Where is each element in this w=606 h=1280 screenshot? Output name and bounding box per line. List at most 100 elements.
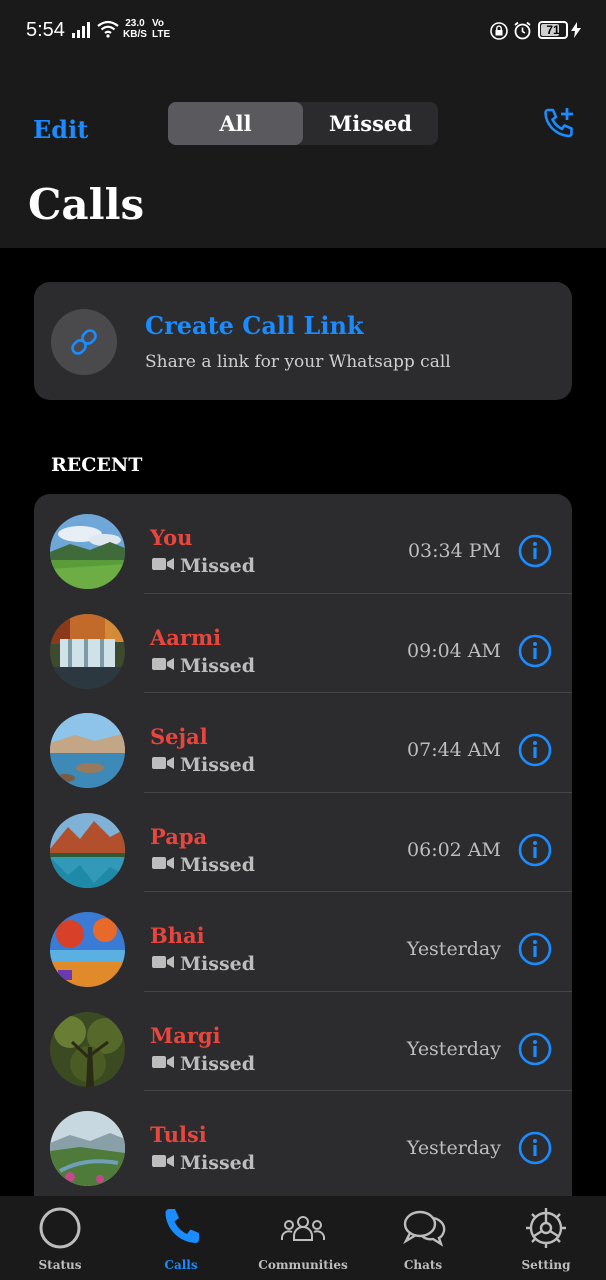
call-row[interactable]: Bhai Missed Yesterday: [34, 892, 572, 992]
caller-name: Margi: [150, 1022, 221, 1048]
avatar[interactable]: [50, 1111, 125, 1186]
caller-name: Sejal: [150, 724, 208, 749]
chat-bubbles-icon: [403, 1210, 446, 1247]
call-row[interactable]: Margi Missed Yesterday: [34, 992, 572, 1091]
caller-name: Papa: [150, 823, 208, 849]
video-camera-icon: [152, 657, 174, 670]
tab-communities-label: Communities: [258, 1258, 348, 1272]
tab-status-label: Status: [38, 1258, 82, 1272]
bottom-tab-bar: Status Calls Communities Chats Setting: [0, 1196, 606, 1280]
call-time: Yesterday: [406, 938, 501, 960]
caller-name: Tulsi: [150, 1122, 207, 1147]
call-time: 09:04 AM: [407, 639, 501, 662]
call-filter-segmented-control: All Missed: [168, 102, 438, 145]
recent-section-label: RECENT: [51, 454, 143, 476]
phone-plus-icon[interactable]: [542, 106, 576, 140]
tab-setting-label: Setting: [521, 1258, 571, 1272]
battery-indicator: 71: [538, 21, 568, 39]
caller-name: Aarmi: [150, 624, 222, 650]
avatar-image-lake-rocks: [50, 713, 125, 788]
avatar[interactable]: [50, 713, 125, 788]
info-icon[interactable]: [518, 534, 552, 568]
call-status: Missed: [180, 754, 256, 776]
info-icon[interactable]: [518, 932, 552, 966]
info-icon[interactable]: [518, 1131, 552, 1165]
avatar-image-forest: [50, 1011, 125, 1087]
gear-icon: [526, 1208, 566, 1248]
video-camera-icon: [152, 856, 174, 869]
tab-calls[interactable]: Calls: [126, 1196, 236, 1280]
video-camera-icon: [152, 1155, 174, 1167]
call-row[interactable]: Tulsi Missed Yesterday: [34, 1091, 572, 1191]
link-icon: [71, 329, 97, 355]
tab-setting[interactable]: Setting: [491, 1196, 601, 1280]
video-camera-icon: [152, 956, 174, 968]
calls-header: Edit All Missed Calls: [0, 62, 606, 248]
communities-icon: [281, 1216, 325, 1241]
call-status: Missed: [180, 555, 256, 577]
signal-icon: [72, 22, 90, 38]
avatar[interactable]: [50, 514, 125, 589]
avatar-image-mountain-lake: [50, 812, 125, 888]
tab-all[interactable]: All: [168, 102, 303, 145]
call-row[interactable]: Aarmi Missed 09:04 AM: [34, 594, 572, 693]
battery-percent: 71: [546, 23, 560, 37]
avatar-image-meadow: [50, 514, 125, 589]
tab-missed[interactable]: Missed: [303, 102, 438, 145]
avatar[interactable]: [50, 912, 125, 987]
info-icon[interactable]: [518, 733, 552, 767]
call-time: 03:34 PM: [407, 540, 501, 562]
call-status: Missed: [180, 953, 256, 975]
network-speed-value: 23.0: [125, 18, 145, 29]
page-title: Calls: [28, 180, 145, 229]
wifi-icon: [97, 20, 119, 38]
phone-icon: [165, 1209, 199, 1243]
call-status: Missed: [180, 1152, 256, 1174]
status-time: 5:54: [26, 19, 65, 41]
network-speed-unit: KB/S: [123, 29, 147, 40]
avatar[interactable]: [50, 812, 125, 888]
call-row[interactable]: You Missed 03:34 PM: [34, 494, 572, 594]
status-bar: 5:54 23.0 KB/S Vo LTE 71: [0, 0, 606, 62]
tab-chats[interactable]: Chats: [368, 1196, 478, 1280]
network-speed: 23.0 KB/S: [123, 18, 147, 40]
caller-name: You: [150, 525, 193, 550]
recent-calls-list: You Missed 03:34 PM Aarmi Missed 09:04 A…: [34, 494, 572, 1196]
volte-bottom: LTE: [152, 29, 171, 40]
tab-chats-label: Chats: [403, 1258, 443, 1272]
video-camera-icon: [152, 757, 174, 769]
call-status: Missed: [180, 1052, 256, 1075]
call-row[interactable]: Papa Missed 06:02 AM: [34, 793, 572, 892]
call-status: Missed: [180, 654, 256, 677]
call-row[interactable]: Sejal Missed 07:44 AM: [34, 693, 572, 793]
avatar[interactable]: [50, 1011, 125, 1087]
create-call-link-card[interactable]: Create Call Link Share a link for your W…: [34, 282, 572, 400]
info-icon[interactable]: [518, 634, 552, 668]
status-ring-icon: [39, 1207, 81, 1249]
avatar-image-valley: [50, 1111, 125, 1186]
create-call-link-title: Create Call Link: [145, 311, 364, 340]
info-icon[interactable]: [518, 1032, 552, 1066]
lock-icon: [490, 22, 508, 40]
call-time: 07:44 AM: [407, 739, 501, 761]
edit-button[interactable]: Edit: [33, 115, 88, 144]
info-icon[interactable]: [518, 833, 552, 867]
avatar[interactable]: [50, 613, 125, 689]
video-camera-icon: [152, 558, 174, 570]
call-time: Yesterday: [406, 1137, 501, 1159]
avatar-image-autumn: [50, 912, 125, 987]
tab-calls-label: Calls: [164, 1258, 198, 1272]
volte-indicator: Vo LTE: [152, 18, 170, 40]
link-icon-circle: [51, 309, 117, 375]
tab-communities[interactable]: Communities: [248, 1196, 358, 1280]
charging-bolt-icon: [571, 22, 581, 38]
call-status: Missed: [180, 853, 256, 876]
volte-top: Vo: [152, 18, 165, 29]
call-time: 06:02 AM: [407, 838, 501, 861]
avatar-image-waterfall: [50, 613, 125, 689]
call-time: Yesterday: [406, 1037, 501, 1060]
caller-name: Bhai: [150, 923, 205, 948]
tab-status[interactable]: Status: [5, 1196, 115, 1280]
alarm-icon: [514, 21, 531, 40]
video-camera-icon: [152, 1055, 174, 1068]
